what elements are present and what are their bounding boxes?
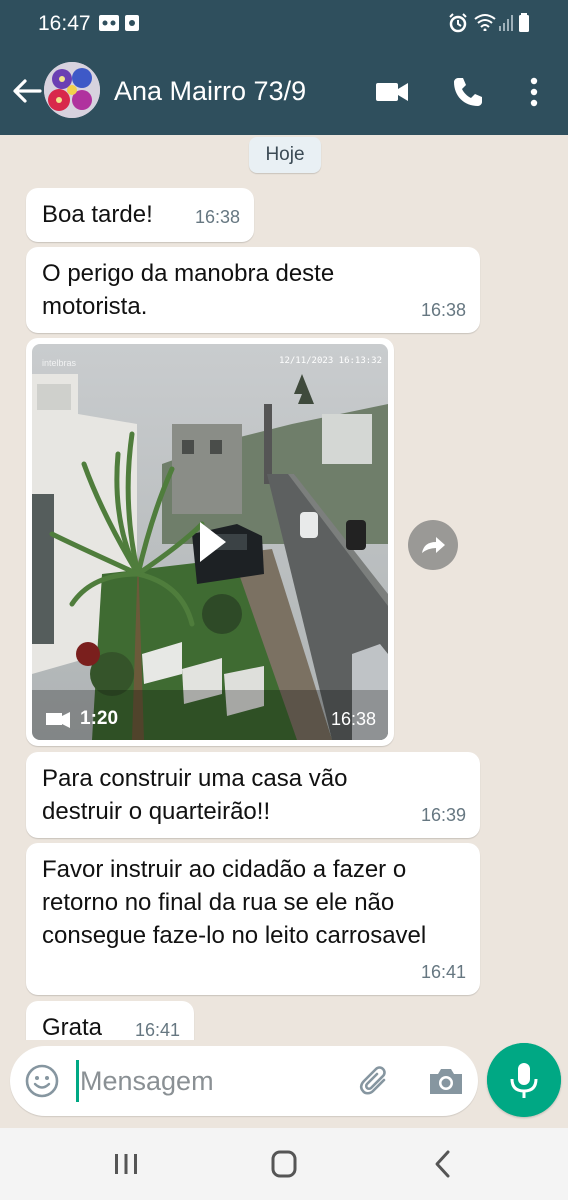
mic-icon[interactable] xyxy=(487,1043,561,1117)
video-call-icon[interactable] xyxy=(372,72,412,112)
more-vert-icon[interactable] xyxy=(514,72,554,112)
contact-name[interactable]: Ana Mairro 73/9 xyxy=(114,76,306,107)
video-message[interactable]: intelbras 12/11/2023 16:13:32 1:20 16:38 xyxy=(26,338,394,746)
message-text: Favor instruir ao cidadão a fazer o reto… xyxy=(42,856,427,949)
emoji-icon[interactable] xyxy=(24,1063,60,1099)
video-thumbnail-scene xyxy=(32,344,388,740)
message-bubble[interactable]: Para construir uma casa vão destruir o q… xyxy=(26,752,480,838)
message-time: 16:41 xyxy=(420,962,466,982)
status-time: 16:47 xyxy=(38,12,91,35)
wifi-icon xyxy=(474,14,496,31)
message-composer xyxy=(10,1046,478,1116)
phone-icon[interactable] xyxy=(448,72,488,112)
back-nav-icon[interactable] xyxy=(424,1146,464,1182)
chat-header: Ana Mairro 73/9 xyxy=(0,48,568,135)
forward-icon[interactable] xyxy=(408,520,458,570)
camera-brand-overlay: intelbras xyxy=(42,358,77,368)
chat-area[interactable]: Hoje Boa tarde! 16:38 O perigo da manobr… xyxy=(0,135,568,1040)
alarm-icon xyxy=(449,13,467,33)
message-bubble[interactable]: Boa tarde! 16:38 xyxy=(26,188,254,242)
media-icon xyxy=(125,15,139,31)
message-text: Para construir uma casa vão destruir o q… xyxy=(42,765,348,825)
message-text: O perigo da manobra deste motorista. xyxy=(42,260,335,320)
voicemail-icon xyxy=(99,15,119,31)
message-time: 16:38 xyxy=(330,709,376,729)
date-chip: Hoje xyxy=(249,137,321,173)
camera-timestamp-overlay: 12/11/2023 16:13:32 xyxy=(279,356,382,366)
home-icon[interactable] xyxy=(264,1146,304,1182)
message-input[interactable] xyxy=(80,1060,350,1102)
message-bubble[interactable]: O perigo da manobra deste motorista. 16:… xyxy=(26,247,480,333)
avatar[interactable] xyxy=(44,62,100,118)
battery-icon xyxy=(519,13,529,32)
recents-icon[interactable] xyxy=(106,1146,146,1182)
system-nav-bar xyxy=(0,1128,568,1200)
status-bar: 16:47 xyxy=(0,0,568,48)
camera-icon[interactable] xyxy=(426,1062,466,1100)
top-bar: 16:47 Ana Mairro 73/9 xyxy=(0,0,568,135)
text-cursor xyxy=(76,1060,79,1102)
avatar-flowers-image xyxy=(44,62,100,118)
message-bubble[interactable]: Favor instruir ao cidadão a fazer o reto… xyxy=(26,843,480,995)
message-bubble[interactable]: Grata 16:41 xyxy=(26,1001,194,1040)
message-time: 16:41 xyxy=(134,1020,180,1040)
back-arrow-icon[interactable] xyxy=(10,74,44,108)
video-duration: 1:20 xyxy=(80,708,119,729)
signal-icon xyxy=(499,15,513,31)
video-thumbnail[interactable]: intelbras 12/11/2023 16:13:32 1:20 16:38 xyxy=(32,344,388,740)
message-time: 16:39 xyxy=(420,805,466,825)
message-time: 16:38 xyxy=(420,300,466,320)
message-time: 16:38 xyxy=(194,207,240,227)
attach-icon[interactable] xyxy=(356,1062,394,1100)
